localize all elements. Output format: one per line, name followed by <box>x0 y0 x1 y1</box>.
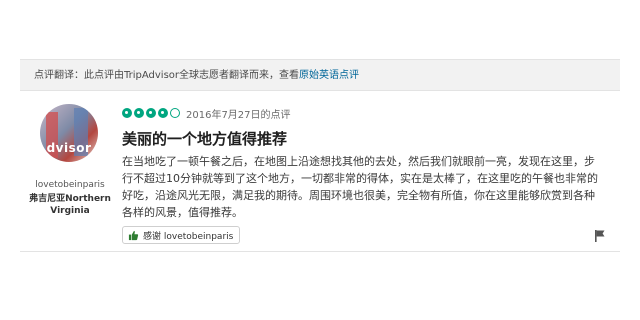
thanks-button-label: 感谢 lovetobeinparis <box>143 231 234 242</box>
rating-row: 2016年7月27日的点评 <box>122 106 291 121</box>
bubble-rating <box>122 108 180 118</box>
reviewer-location: 弗吉尼亚Northern Virginia <box>29 194 111 216</box>
translation-notice: 点评翻译：此点评由TripAdvisor全球志愿者翻译而来，查看原始英语点评 <box>20 59 620 91</box>
thanks-button[interactable]: 感谢 lovetobeinparis <box>122 226 241 244</box>
rating-bubble-filled-icon <box>122 108 132 118</box>
review-title[interactable]: 美丽的一个地方值得推荐 <box>122 128 287 149</box>
flag-icon[interactable] <box>594 228 606 242</box>
original-review-link[interactable]: 原始英语点评 <box>299 70 359 81</box>
translation-label: 点评翻译： <box>34 70 84 81</box>
review-body: 在当地吃了一顿午餐之后，在地图上沿途想找其他的去处，然后我们就眼前一亮，发现在这… <box>122 155 598 219</box>
reviewer-username[interactable]: lovetobeinparis <box>20 180 120 190</box>
review-date: 2016年7月27日的点评 <box>186 109 291 121</box>
rating-bubble-filled-icon <box>146 108 156 118</box>
translation-message: 此点评由TripAdvisor全球志愿者翻译而来，查看 <box>84 70 300 81</box>
thumbs-up-icon <box>127 229 139 241</box>
avatar[interactable]: dvisor <box>40 104 98 162</box>
rating-bubble-filled-icon <box>134 108 144 118</box>
rating-bubble-empty-icon <box>170 108 180 118</box>
avatar-brand-text: dvisor <box>46 141 92 155</box>
review-card: dvisor lovetobeinparis 弗吉尼亚Northern Virg… <box>20 100 620 250</box>
rating-bubble-filled-icon <box>158 108 168 118</box>
review-divider <box>20 251 620 252</box>
